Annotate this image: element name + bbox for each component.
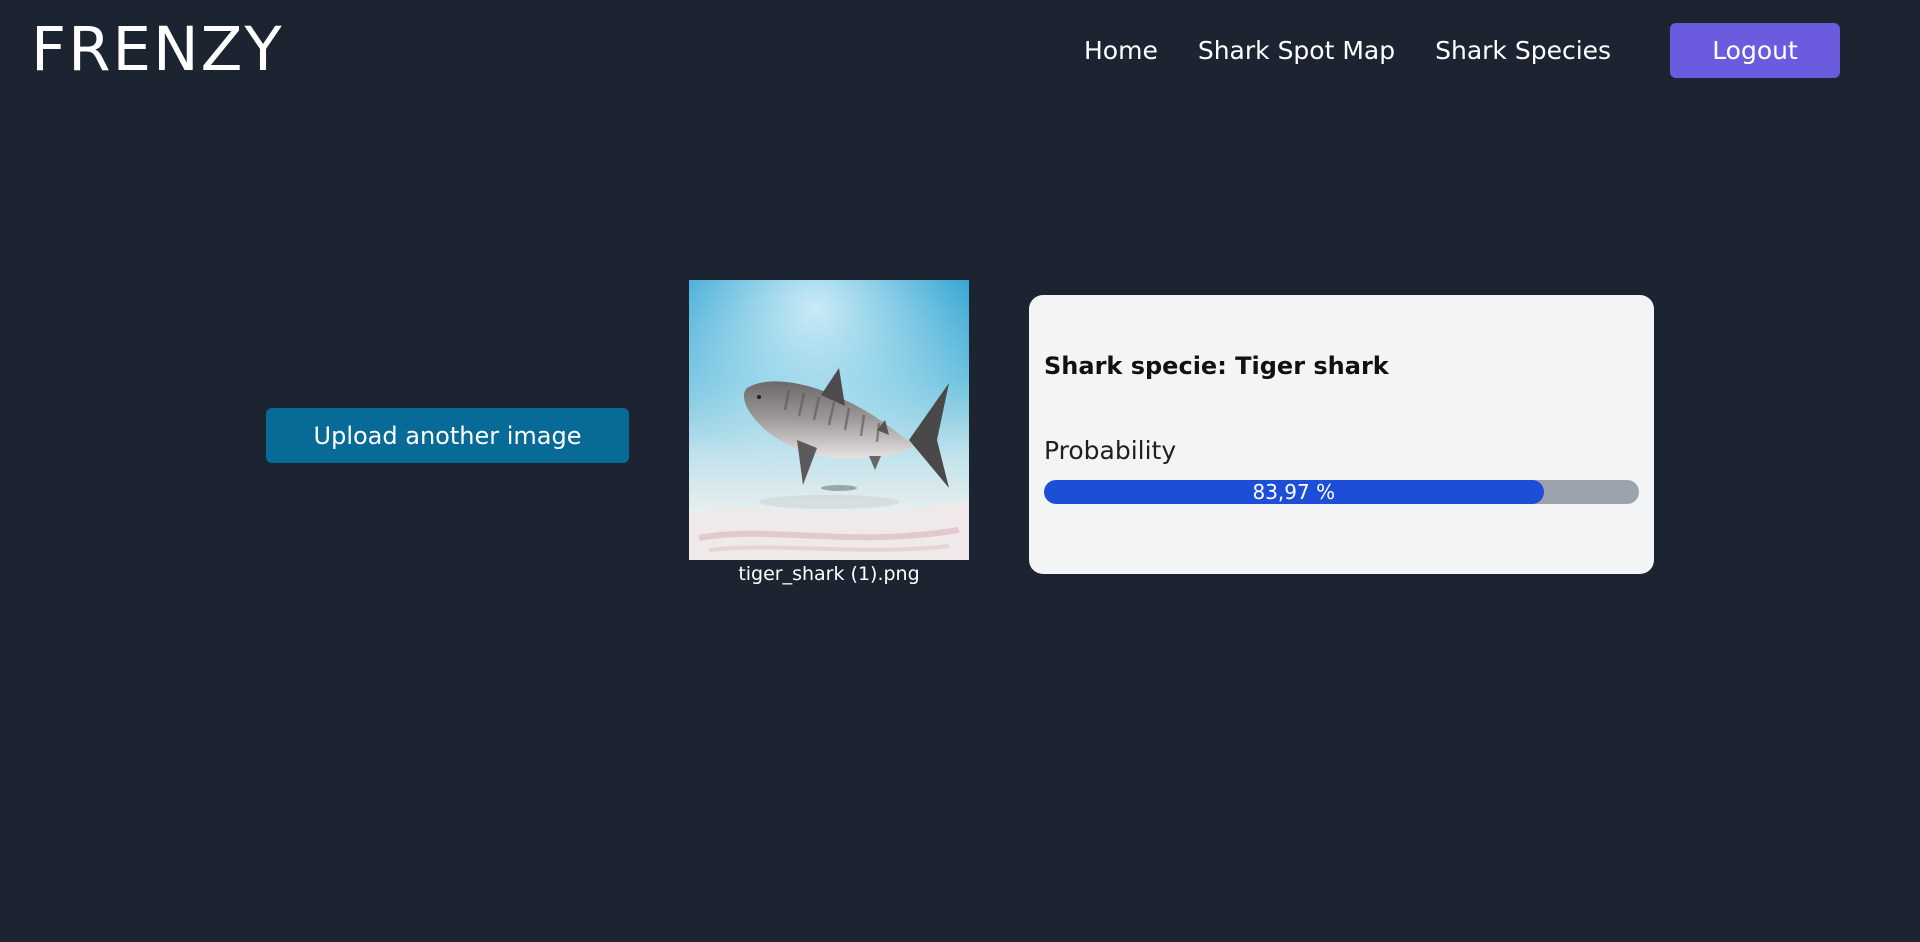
logout-button[interactable]: Logout: [1670, 23, 1840, 78]
probability-bar-fill: 83,97 %: [1044, 480, 1544, 504]
site-logo[interactable]: FRENZY: [31, 12, 284, 88]
upload-another-image-button[interactable]: Upload another image: [266, 408, 629, 463]
main-nav: Home Shark Spot Map Shark Species: [1084, 0, 1651, 100]
species-result: Shark specie: Tiger shark: [1044, 352, 1389, 380]
probability-label: Probability: [1044, 436, 1177, 465]
probability-bar-track: 83,97 %: [1044, 480, 1639, 504]
probability-value: 83,97 %: [1252, 480, 1336, 504]
uploaded-image-container: tiger_shark (1).png: [689, 280, 969, 585]
uploaded-shark-image: [689, 280, 969, 560]
nav-link-home[interactable]: Home: [1084, 36, 1158, 65]
prediction-card: Shark specie: Tiger shark Probability 83…: [1029, 295, 1654, 574]
nav-link-shark-species[interactable]: Shark Species: [1435, 36, 1611, 65]
nav-link-shark-spot-map[interactable]: Shark Spot Map: [1198, 36, 1395, 65]
image-filename: tiger_shark (1).png: [738, 563, 920, 585]
